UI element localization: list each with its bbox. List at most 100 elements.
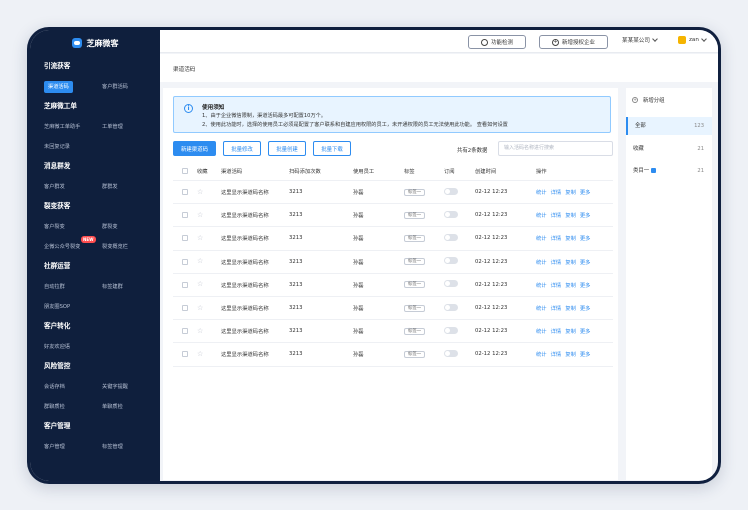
subscribe-toggle[interactable] [444,326,458,334]
row-checkbox[interactable] [182,328,188,335]
cell-created-time: 02-12 12:23 [475,212,508,219]
add-company-button[interactable]: + 新增授权企业 [539,35,608,49]
more-link[interactable]: 更多 [580,327,591,335]
star-icon[interactable]: ☆ [197,350,203,358]
header-subscribe: 订阅 [444,169,455,175]
copy-link[interactable]: 复制 [565,211,576,219]
sidebar-item-workorder-manage[interactable]: 工单管理 [102,123,160,130]
star-icon[interactable]: ☆ [197,234,203,242]
stats-link[interactable]: 统计 [536,258,547,266]
sidebar-item-group-qc[interactable]: 群聊质检 [44,403,102,410]
cell-staff: 孙磊 [353,282,364,289]
row-checkbox[interactable] [182,212,188,219]
cell-scan-count: 3213 [289,351,303,358]
subscribe-toggle[interactable] [444,280,458,288]
detail-link[interactable]: 详情 [551,327,562,335]
new-channel-code-button[interactable]: 新建渠道码 [173,141,216,156]
more-link[interactable]: 更多 [580,281,591,289]
sidebar-item-group-mass[interactable]: 群群发 [102,183,160,190]
copy-link[interactable]: 复制 [565,350,576,358]
company-switcher[interactable]: 某某某公司 [622,36,658,44]
sidebar-item-group-fission[interactable]: 群裂变 [102,223,160,230]
batch-create-button[interactable]: 批量创建 [268,141,306,156]
subscribe-toggle[interactable] [444,303,458,311]
stats-link[interactable]: 统计 [536,304,547,312]
row-checkbox[interactable] [182,189,188,196]
sidebar-item-tag-manage[interactable]: 标签管理 [102,443,160,450]
star-icon[interactable]: ☆ [197,280,203,288]
sidebar-item-keyword-alert[interactable]: 关键字提醒 [102,383,160,390]
more-link[interactable]: 更多 [580,234,591,242]
detail-link[interactable]: 详情 [551,211,562,219]
row-checkbox[interactable] [182,258,188,265]
sidebar-item-customer-manage[interactable]: 客户管理 [44,443,102,450]
copy-link[interactable]: 复制 [565,281,576,289]
function-check-button[interactable]: 功能检测 [468,35,526,49]
select-all-checkbox[interactable] [182,168,188,174]
subscribe-toggle[interactable] [444,233,458,241]
detail-link[interactable]: 详情 [551,258,562,266]
star-icon[interactable]: ☆ [197,188,203,196]
group-panel: + 新增分组 全部 123 收藏 21 类目一 21 [626,88,712,480]
breadcrumb-bar: 渠道活码 [160,54,718,82]
sidebar-item-official-fission[interactable]: 企微公众号裂变 NEW [44,235,102,250]
row-checkbox[interactable] [182,281,188,288]
notice-line-2: 2、使用此功能时，选择的使用员工必须是配置了客户联系和自建应用权限的员工，未开通… [202,122,508,128]
more-link[interactable]: 更多 [580,258,591,266]
star-icon[interactable]: ☆ [197,327,203,335]
subscribe-toggle[interactable] [444,187,458,195]
add-group-button[interactable]: + 新增分组 [632,96,665,104]
sidebar-item-workorder-assistant[interactable]: 芝麻微工单助手 [44,123,102,130]
subscribe-toggle[interactable] [444,257,458,265]
star-icon[interactable]: ☆ [197,257,203,265]
copy-link[interactable]: 复制 [565,327,576,335]
sidebar-item-tag-group[interactable]: 标签建群 [102,283,160,290]
stats-link[interactable]: 统计 [536,281,547,289]
copy-link[interactable]: 复制 [565,258,576,266]
stats-link[interactable]: 统计 [536,350,547,358]
group-item-category-1[interactable]: 类目一 21 [626,162,712,180]
subscribe-toggle[interactable] [444,210,458,218]
section-title-conversion: 客户转化 [44,322,71,330]
group-item-all[interactable]: 全部 123 [626,117,712,135]
sidebar-item-customer-mass[interactable]: 客户群发 [44,183,102,190]
more-link[interactable]: 更多 [580,188,591,196]
star-icon[interactable]: ☆ [197,304,203,312]
sidebar-item-channel-code[interactable]: 渠道活码 [44,80,102,93]
sidebar-item-fission-overview[interactable]: 裂变概览栏 [102,243,160,250]
batch-edit-button[interactable]: 批量修改 [223,141,261,156]
sidebar-item-customer-fission[interactable]: 客户裂变 [44,223,102,230]
copy-link[interactable]: 复制 [565,234,576,242]
section-title-community: 社群运营 [44,262,71,270]
detail-link[interactable]: 详情 [551,281,562,289]
more-link[interactable]: 更多 [580,211,591,219]
more-link[interactable]: 更多 [580,350,591,358]
user-menu[interactable]: zan [678,36,707,44]
sidebar-item-moments-sop[interactable]: 朋友圈SOP [44,303,103,310]
stats-link[interactable]: 统计 [536,327,547,335]
search-input[interactable]: 输入活码名称进行搜索 [498,141,613,156]
more-link[interactable]: 更多 [580,304,591,312]
sidebar-item-welcome-msg[interactable]: 好友欢迎语 [44,343,103,350]
sidebar-item-group-code[interactable]: 客户群活码 [102,83,160,90]
sidebar-item-single-qc[interactable]: 单聊质检 [102,403,160,410]
row-checkbox[interactable] [182,351,188,358]
sidebar-item-auto-group[interactable]: 自动拉群 [44,283,102,290]
row-checkbox[interactable] [182,235,188,242]
copy-link[interactable]: 复制 [565,188,576,196]
sidebar-item-chat-archive[interactable]: 会话存档 [44,383,102,390]
detail-link[interactable]: 详情 [551,188,562,196]
group-item-favorite[interactable]: 收藏 21 [626,140,712,158]
detail-link[interactable]: 详情 [551,350,562,358]
copy-link[interactable]: 复制 [565,304,576,312]
subscribe-toggle[interactable] [444,349,458,357]
detail-link[interactable]: 详情 [551,234,562,242]
stats-link[interactable]: 统计 [536,211,547,219]
detail-link[interactable]: 详情 [551,304,562,312]
batch-download-button[interactable]: 批量下载 [313,141,351,156]
star-icon[interactable]: ☆ [197,211,203,219]
stats-link[interactable]: 统计 [536,188,547,196]
stats-link[interactable]: 统计 [536,234,547,242]
sidebar-item-unreplied[interactable]: 未回复记录 [44,143,103,150]
row-checkbox[interactable] [182,305,188,312]
